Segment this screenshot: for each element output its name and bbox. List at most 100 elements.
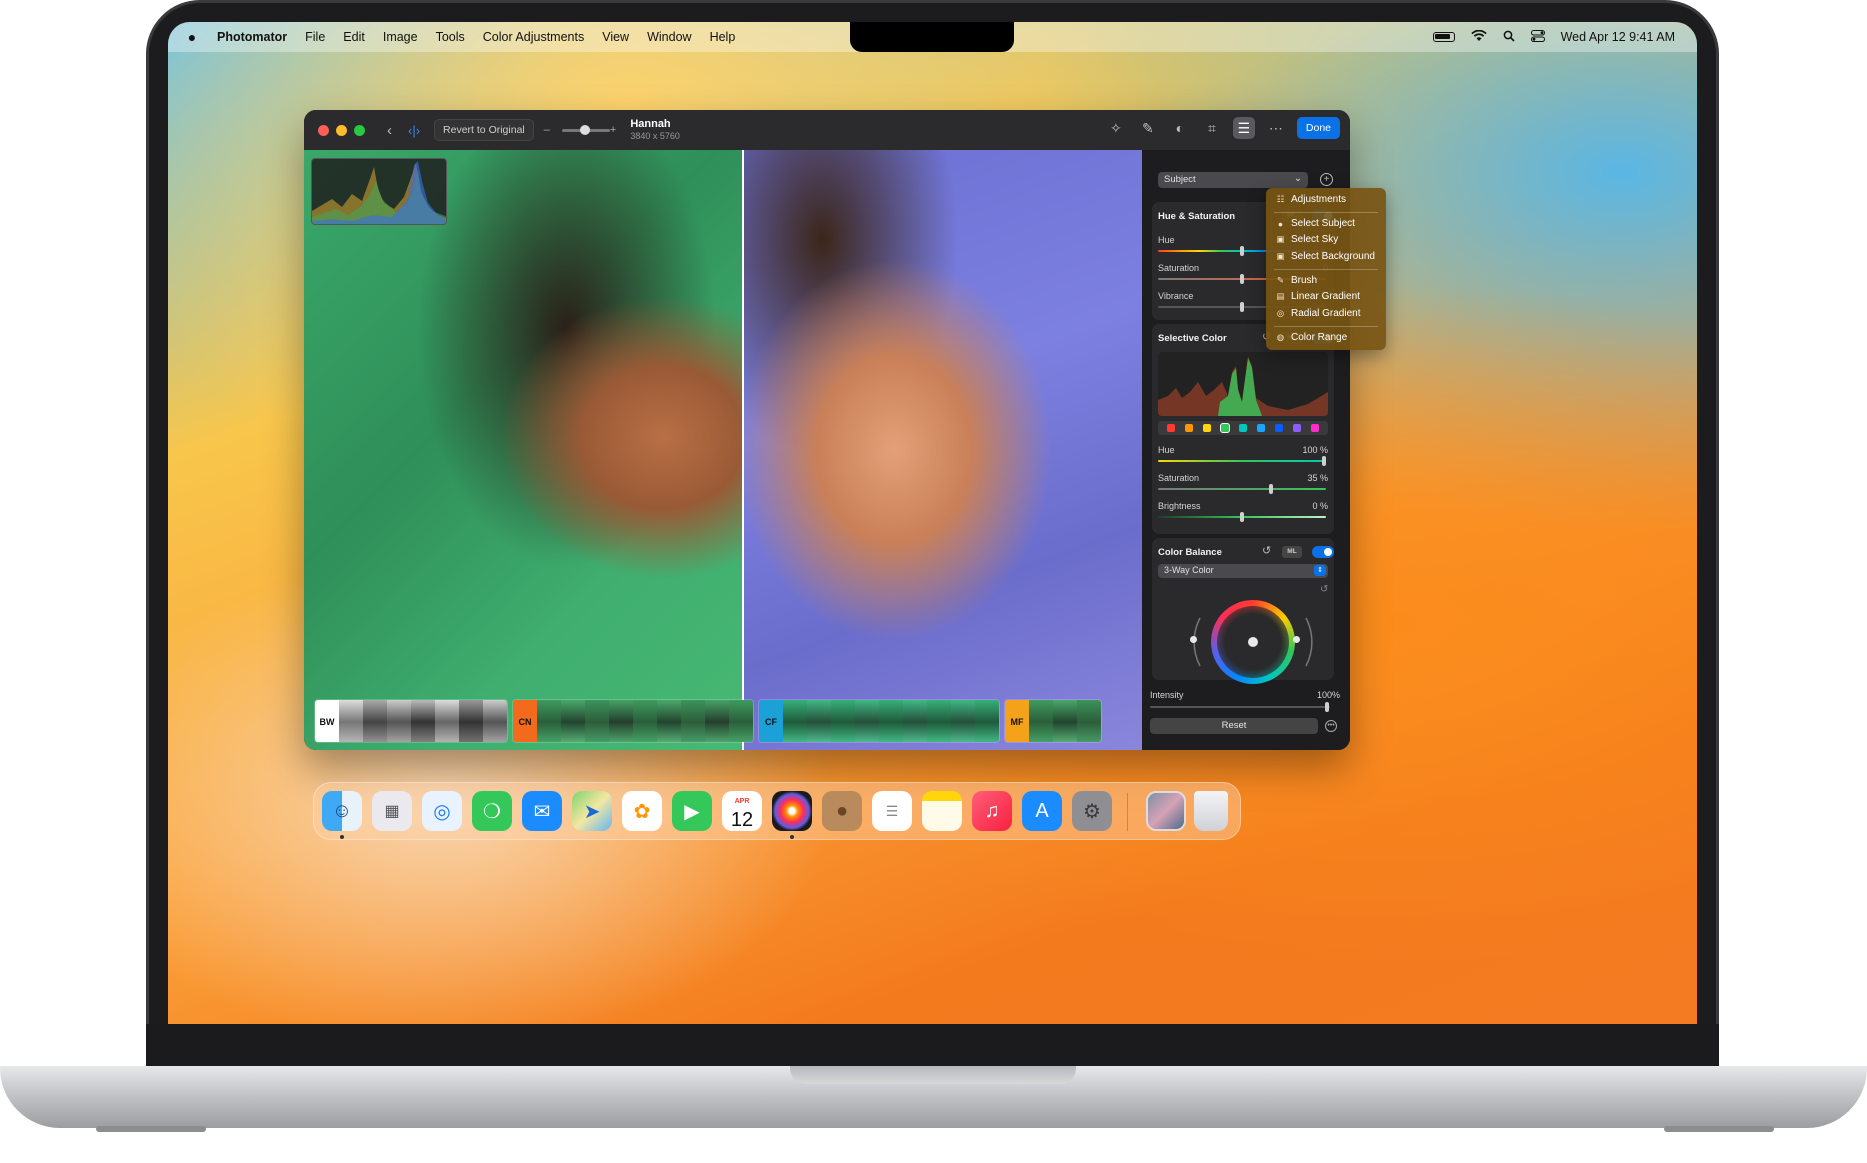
preset-thumbnail[interactable] <box>951 700 975 742</box>
zoom-window-button[interactable] <box>354 124 365 136</box>
preset-thumbnail[interactable] <box>633 700 657 742</box>
preset-thumbnail[interactable] <box>729 700 753 742</box>
preset-thumbnail[interactable] <box>585 700 609 742</box>
app-store-icon[interactable]: A <box>1022 791 1062 831</box>
menu-edit[interactable]: Edit <box>343 30 365 44</box>
photo-canvas[interactable]: BW CN CF MF <box>304 150 1142 750</box>
add-mask-button[interactable]: + <box>1320 173 1333 186</box>
selective-hue-slider[interactable] <box>1158 460 1326 462</box>
menu-color-adjustments[interactable]: Color Adjustments <box>483 30 584 44</box>
preset-thumbnail[interactable] <box>1077 700 1101 742</box>
messages-icon[interactable]: ❍ <box>472 791 512 831</box>
selective-brightness-knob[interactable] <box>1240 512 1244 522</box>
preset-thumbnail[interactable] <box>831 700 855 742</box>
preset-thumbnail[interactable] <box>855 700 879 742</box>
retouch-icon[interactable]: ✎ <box>1137 117 1159 139</box>
preset-thumbnail[interactable] <box>903 700 927 742</box>
preset-thumbnail[interactable] <box>387 700 411 742</box>
more-options-icon[interactable]: ⋯ <box>1265 117 1287 139</box>
menu-item-brush[interactable]: ✎ Brush <box>1276 275 1317 286</box>
preset-thumbnail[interactable] <box>657 700 681 742</box>
notes-icon[interactable] <box>922 791 962 831</box>
intensity-slider[interactable] <box>1150 706 1330 708</box>
preset-group-cf[interactable]: CF <box>758 699 1000 743</box>
compare-split-icon[interactable]: ‹|› <box>408 123 420 138</box>
trash-icon[interactable] <box>1194 791 1228 831</box>
preset-thumbnail[interactable] <box>807 700 831 742</box>
wifi-icon[interactable] <box>1470 29 1487 45</box>
search-icon[interactable] <box>1503 30 1515 45</box>
more-icon[interactable]: ••• <box>1325 720 1337 732</box>
vibrance-slider-knob[interactable] <box>1240 302 1244 312</box>
apple-menu-icon[interactable]: ● <box>185 29 199 45</box>
preset-thumbnail[interactable] <box>705 700 729 742</box>
preset-thumbnail[interactable] <box>1029 700 1053 742</box>
preset-thumbnail[interactable] <box>1053 700 1077 742</box>
mail-icon[interactable]: ✉ <box>522 791 562 831</box>
preset-thumbnail[interactable] <box>435 700 459 742</box>
intensity-knob[interactable] <box>1325 702 1329 712</box>
swatch-green[interactable] <box>1220 423 1230 433</box>
preset-thumbnail[interactable] <box>537 700 561 742</box>
contacts-icon[interactable]: ● <box>822 791 862 831</box>
menu-window[interactable]: Window <box>647 30 691 44</box>
downloads-stack-icon[interactable] <box>1146 791 1186 831</box>
menu-tools[interactable]: Tools <box>436 30 465 44</box>
menu-item-select-background[interactable]: ▣ Select Background <box>1276 251 1374 262</box>
swatch-magenta[interactable] <box>1311 424 1319 432</box>
preset-thumbnail[interactable] <box>363 700 387 742</box>
zoom-knob[interactable] <box>579 124 590 135</box>
preset-thumbnail[interactable] <box>879 700 903 742</box>
preset-thumbnail[interactable] <box>561 700 585 742</box>
menu-file[interactable]: File <box>305 30 325 44</box>
preset-group-mf[interactable]: MF <box>1004 699 1102 743</box>
menu-image[interactable]: Image <box>383 30 418 44</box>
revert-to-original-button[interactable]: Revert to Original <box>434 119 534 141</box>
photos-icon[interactable]: ✿ <box>622 791 662 831</box>
menu-app-name[interactable]: Photomator <box>217 30 287 44</box>
facetime-icon[interactable]: ▶ <box>672 791 712 831</box>
preset-thumbnail[interactable] <box>975 700 999 742</box>
menu-item-select-sky[interactable]: ▣ Select Sky <box>1276 234 1338 245</box>
reminders-icon[interactable]: ☰ <box>872 791 912 831</box>
selective-saturation-knob[interactable] <box>1269 484 1273 494</box>
zoom-slider[interactable]: – + <box>544 124 617 136</box>
back-chevron-icon[interactable]: ‹ <box>387 122 392 139</box>
selective-hue-knob[interactable] <box>1322 456 1326 466</box>
menu-item-color-range[interactable]: ◍ Color Range <box>1276 332 1347 343</box>
preset-thumbnail[interactable] <box>681 700 705 742</box>
preset-group-bw[interactable]: BW <box>314 699 508 743</box>
mask-select-dropdown[interactable]: Subject ⌄ <box>1158 172 1308 188</box>
swatch-orange[interactable] <box>1185 424 1193 432</box>
system-settings-icon[interactable]: ⚙ <box>1072 791 1112 831</box>
ml-enhance-icon[interactable]: ✧ <box>1105 117 1127 139</box>
crop-icon[interactable]: ⌗ <box>1201 117 1223 139</box>
battery-icon[interactable] <box>1432 32 1455 42</box>
reset-button[interactable]: Reset <box>1150 718 1318 734</box>
luminance-arc-knob[interactable] <box>1190 636 1197 643</box>
swatch-navy[interactable] <box>1275 424 1283 432</box>
preset-thumbnail[interactable] <box>411 700 435 742</box>
calendar-icon[interactable]: APR 12 <box>722 791 762 831</box>
menu-item-radial-gradient[interactable]: ◎ Radial Gradient <box>1276 308 1361 319</box>
swatch-blue[interactable] <box>1257 424 1265 432</box>
adjustments-icon[interactable]: ☰ <box>1232 117 1255 139</box>
menu-item-select-subject[interactable]: ● Select Subject <box>1276 218 1355 229</box>
compare-divider[interactable] <box>742 150 744 750</box>
safari-icon[interactable]: ◎ <box>422 791 462 831</box>
maps-icon[interactable]: ➤ <box>572 791 612 831</box>
zoom-in-icon[interactable]: + <box>610 124 616 136</box>
control-center-icon[interactable] <box>1530 29 1545 45</box>
close-window-button[interactable] <box>318 124 329 136</box>
preset-thumbnail[interactable] <box>483 700 507 742</box>
menubar-clock[interactable]: Wed Apr 12 9:41 AM <box>1561 30 1675 44</box>
swatch-red[interactable] <box>1167 424 1175 432</box>
preset-thumbnail[interactable] <box>927 700 951 742</box>
launchpad-icon[interactable]: ▦ <box>372 791 412 831</box>
zoom-out-icon[interactable]: – <box>544 124 550 136</box>
menu-item-linear-gradient[interactable]: ▤ Linear Gradient <box>1276 291 1359 302</box>
menu-view[interactable]: View <box>602 30 629 44</box>
photomator-icon[interactable] <box>772 791 812 831</box>
minimize-window-button[interactable] <box>336 124 347 136</box>
selective-saturation-slider[interactable] <box>1158 488 1326 490</box>
